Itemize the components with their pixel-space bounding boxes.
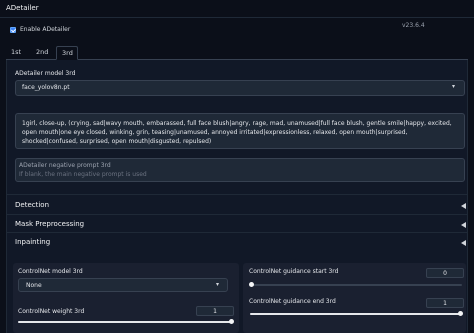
controlnet-model-value: None xyxy=(26,282,42,289)
guidance-start-label: ControlNet guidance start 3rd xyxy=(249,268,339,275)
collapse-arrow-icon[interactable] xyxy=(461,203,466,209)
guidance-start-slider-thumb[interactable] xyxy=(249,282,254,287)
prompt-textarea[interactable]: 1girl, close-up, (crying, sad|wavy mouth… xyxy=(15,113,465,149)
guidance-end-label: ControlNet guidance end 3rd xyxy=(249,298,336,305)
model-select-value: face_yolov8n.pt xyxy=(22,84,70,91)
inpainting-accordion[interactable]: Inpainting xyxy=(15,238,50,246)
controlnet-weight-slider-thumb[interactable] xyxy=(229,319,234,324)
collapse-arrow-icon[interactable] xyxy=(461,222,466,228)
panel-title: ADetailer xyxy=(6,4,39,12)
collapse-arrow-icon[interactable] xyxy=(461,240,466,246)
model-label: ADetailer model 3rd xyxy=(15,70,76,77)
guidance-start-slider-track[interactable] xyxy=(250,284,462,286)
guidance-end-slider-thumb[interactable] xyxy=(458,311,463,316)
enable-adetailer-checkbox[interactable] xyxy=(10,27,16,33)
header-divider xyxy=(0,17,474,18)
section-divider xyxy=(6,214,468,215)
enable-adetailer-label[interactable]: Enable ADetailer xyxy=(20,26,70,33)
tab-2nd[interactable]: 2nd xyxy=(31,46,53,60)
chevron-down-icon: ▾ xyxy=(452,83,456,90)
section-divider xyxy=(6,232,468,233)
controlnet-model-label: ControlNet model 3rd xyxy=(18,268,83,275)
section-divider xyxy=(6,194,468,195)
guidance-start-input[interactable]: 0 xyxy=(426,268,464,278)
model-select[interactable] xyxy=(15,80,465,96)
tab-1st[interactable]: 1st xyxy=(6,46,26,60)
tab-3rd[interactable]: 3rd xyxy=(56,46,78,60)
guidance-end-input[interactable]: 1 xyxy=(426,298,464,308)
controlnet-weight-slider-fill xyxy=(18,321,232,323)
controlnet-weight-input[interactable]: 1 xyxy=(196,306,234,316)
controlnet-model-select[interactable] xyxy=(18,278,228,292)
controlnet-weight-label: ControlNet weight 3rd xyxy=(18,308,85,315)
negative-prompt-label: ADetailer negative prompt 3rd xyxy=(19,162,111,169)
mask-preprocessing-accordion[interactable]: Mask Preprocessing xyxy=(15,220,84,228)
chevron-down-icon: ▾ xyxy=(216,281,220,288)
version-label: v23.6.4 xyxy=(402,22,425,29)
negative-prompt-placeholder: If blank, the main negative prompt is us… xyxy=(19,171,147,178)
detection-accordion[interactable]: Detection xyxy=(15,201,49,209)
guidance-end-slider-fill xyxy=(250,313,462,315)
